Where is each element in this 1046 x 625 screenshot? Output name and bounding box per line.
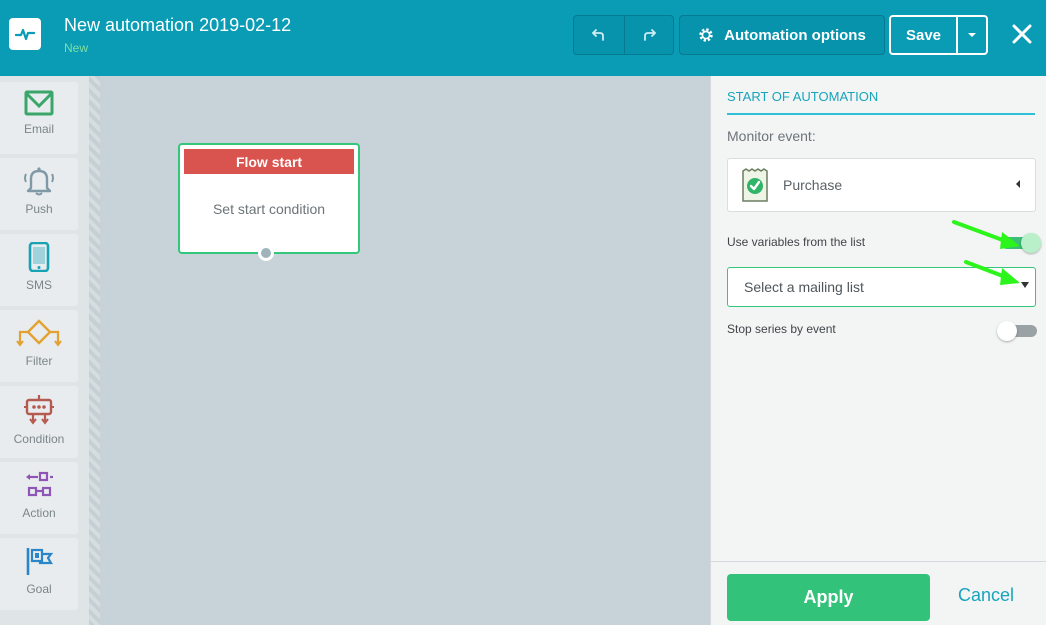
close-button[interactable] — [1006, 18, 1038, 50]
stop-series-toggle[interactable] — [997, 321, 1037, 341]
filter-diamond-icon — [16, 319, 62, 347]
status-label: New — [64, 41, 89, 55]
save-button[interactable]: Save — [891, 17, 958, 53]
pulse-icon — [15, 28, 35, 41]
save-dropdown-button[interactable] — [958, 17, 986, 53]
redo-button[interactable] — [623, 16, 674, 54]
toolbar-item-label: SMS — [25, 278, 52, 292]
panel-heading: START OF AUTOMATION — [727, 89, 1035, 115]
element-toolbar: Email Push SMS Filter Condition Action G… — [0, 76, 89, 625]
toolbar-item-goal[interactable]: Goal — [0, 538, 78, 610]
redo-icon — [643, 29, 656, 41]
flow-start-node[interactable]: Flow start Set start condition — [178, 143, 360, 261]
monitor-event-label: Monitor event: — [727, 128, 816, 144]
save-button-group: Save — [889, 15, 988, 55]
panel-footer: Apply Cancel — [711, 561, 1046, 625]
automation-options-button[interactable]: Automation options — [679, 15, 885, 55]
annotation-arrow-icon — [952, 220, 1020, 249]
apply-button[interactable]: Apply — [727, 574, 930, 621]
annotation-arrow-icon — [964, 260, 1020, 285]
page-title: New automation 2019-02-12 — [64, 15, 292, 35]
toolbar-item-label: Push — [25, 202, 53, 216]
toolbar-divider — [89, 76, 100, 625]
caret-down-icon — [968, 33, 976, 37]
receipt-check-icon — [742, 168, 768, 202]
envelope-icon — [24, 90, 54, 116]
app-header: New automation 2019-02-12 New Automation… — [0, 0, 1046, 76]
flag-icon — [26, 548, 54, 575]
robot-icon — [24, 395, 54, 425]
close-icon — [1012, 24, 1032, 44]
automation-options-label: Automation options — [724, 26, 866, 44]
use-variables-label: Use variables from the list — [727, 235, 866, 249]
toolbar-item-label: Action — [22, 506, 56, 520]
monitor-event-value: Purchase — [783, 177, 843, 193]
toolbar-item-label: Email — [23, 122, 54, 136]
flow-start-condition-text: Set start condition — [212, 201, 326, 217]
toolbar-item-push[interactable]: Push — [0, 158, 78, 230]
toolbar-item-sms[interactable]: SMS — [0, 234, 78, 306]
action-arrows-icon — [26, 471, 53, 497]
cancel-button[interactable]: Cancel — [958, 585, 1014, 606]
flow-start-title: Flow start — [184, 149, 354, 174]
undo-button[interactable] — [574, 16, 624, 54]
mailing-list-placeholder: Select a mailing list — [744, 279, 864, 295]
toolbar-item-label: Goal — [26, 582, 52, 596]
undo-redo-group — [573, 15, 674, 55]
toolbar-item-action[interactable]: Action — [0, 462, 78, 534]
caret-left-icon — [1016, 180, 1020, 188]
phone-icon — [28, 242, 50, 272]
bell-icon — [24, 167, 54, 196]
toolbar-item-label: Condition — [13, 432, 65, 446]
toolbar-item-filter[interactable]: Filter — [0, 310, 78, 382]
toolbar-item-condition[interactable]: Condition — [0, 386, 78, 458]
toolbar-item-label: Filter — [25, 354, 53, 368]
node-output-port[interactable] — [258, 245, 274, 261]
toolbar-item-email[interactable]: Email — [0, 82, 78, 154]
stop-series-label: Stop series by event — [727, 322, 836, 336]
undo-icon — [591, 29, 604, 41]
toggle-knob — [997, 321, 1017, 341]
settings-panel: START OF AUTOMATION Monitor event: Purch… — [710, 76, 1046, 625]
monitor-event-select[interactable]: Purchase — [727, 158, 1036, 212]
gear-icon — [699, 28, 713, 42]
app-logo[interactable] — [9, 18, 41, 50]
